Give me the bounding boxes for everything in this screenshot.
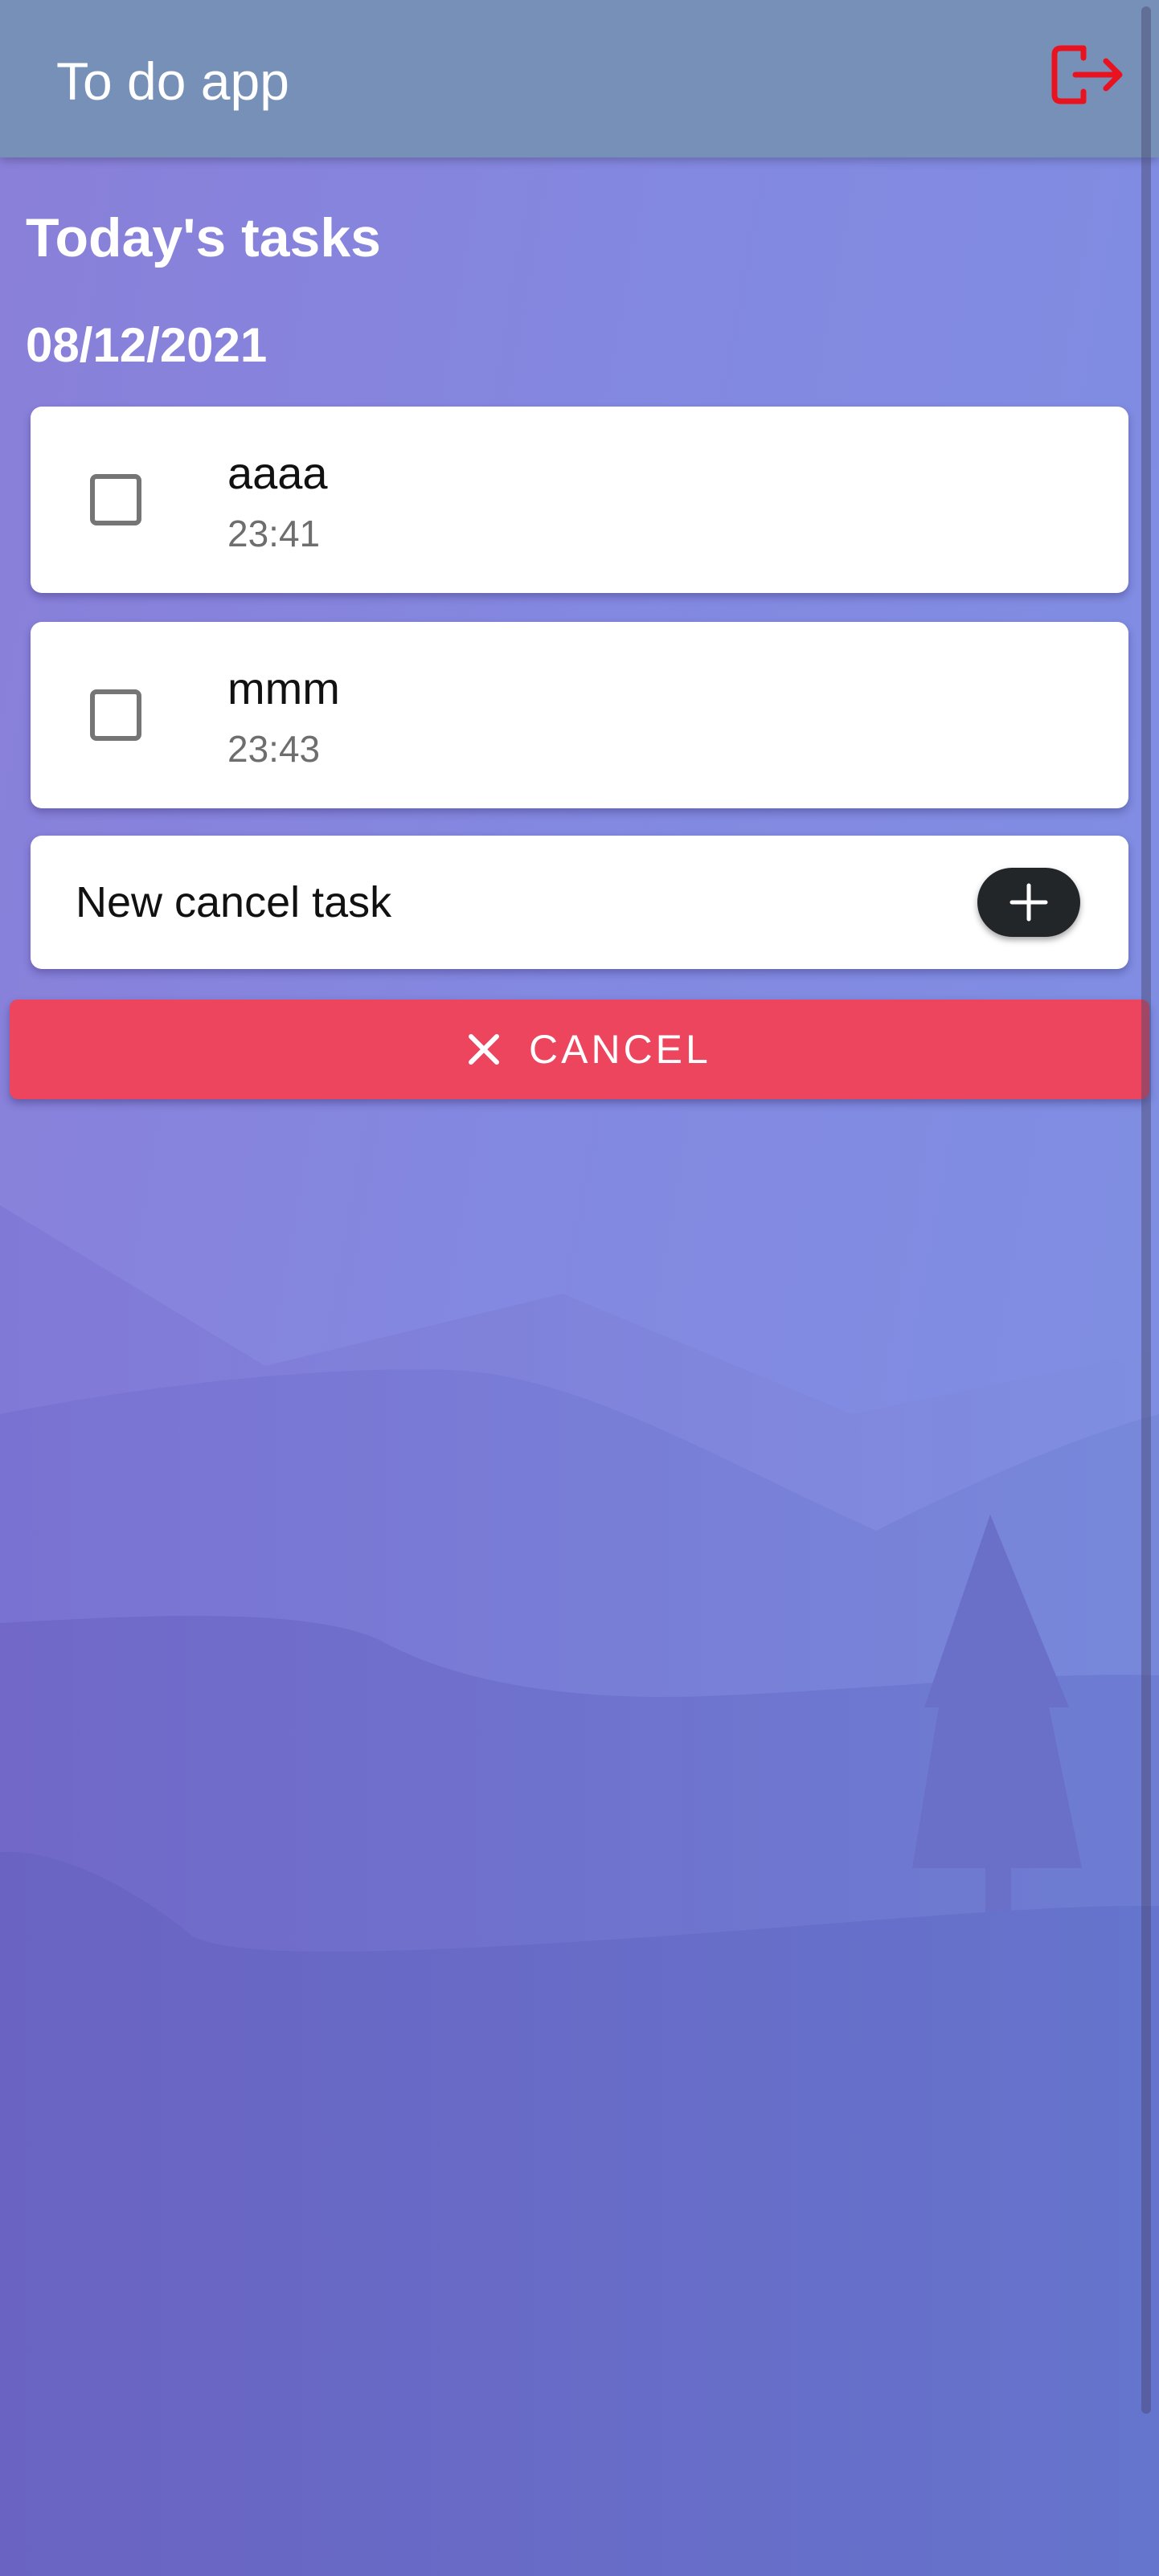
task-time: 23:41 bbox=[227, 513, 321, 554]
close-icon bbox=[469, 1034, 499, 1065]
page-heading: Today's tasks bbox=[26, 207, 381, 268]
task-card[interactable]: aaaa 23:41 bbox=[31, 407, 1128, 593]
task-card[interactable]: mmm 23:43 bbox=[31, 622, 1128, 808]
app-title: To do app bbox=[56, 51, 289, 111]
page-date: 08/12/2021 bbox=[26, 318, 268, 372]
new-task-input[interactable] bbox=[76, 868, 944, 937]
logout-button[interactable] bbox=[1046, 39, 1127, 111]
front-hill bbox=[0, 1851, 1159, 2576]
task-title: aaaa bbox=[227, 448, 328, 498]
add-task-button[interactable] bbox=[977, 868, 1080, 937]
scrollbar-thumb[interactable] bbox=[1141, 6, 1151, 2414]
cancel-button-label: CANCEL bbox=[529, 1027, 711, 1072]
app-bar: To do app bbox=[0, 0, 1159, 157]
logout-icon bbox=[1051, 45, 1123, 104]
plus-icon bbox=[1010, 883, 1048, 922]
task-checkbox[interactable] bbox=[87, 471, 145, 529]
task-checkbox[interactable] bbox=[87, 686, 145, 744]
background-landscape bbox=[0, 1205, 1159, 2576]
task-title: mmm bbox=[227, 663, 340, 714]
scrollbar[interactable] bbox=[1138, 6, 1154, 2414]
task-time: 23:43 bbox=[227, 728, 321, 770]
cancel-button[interactable]: CANCEL bbox=[10, 1000, 1149, 1099]
new-task-card bbox=[31, 836, 1128, 969]
